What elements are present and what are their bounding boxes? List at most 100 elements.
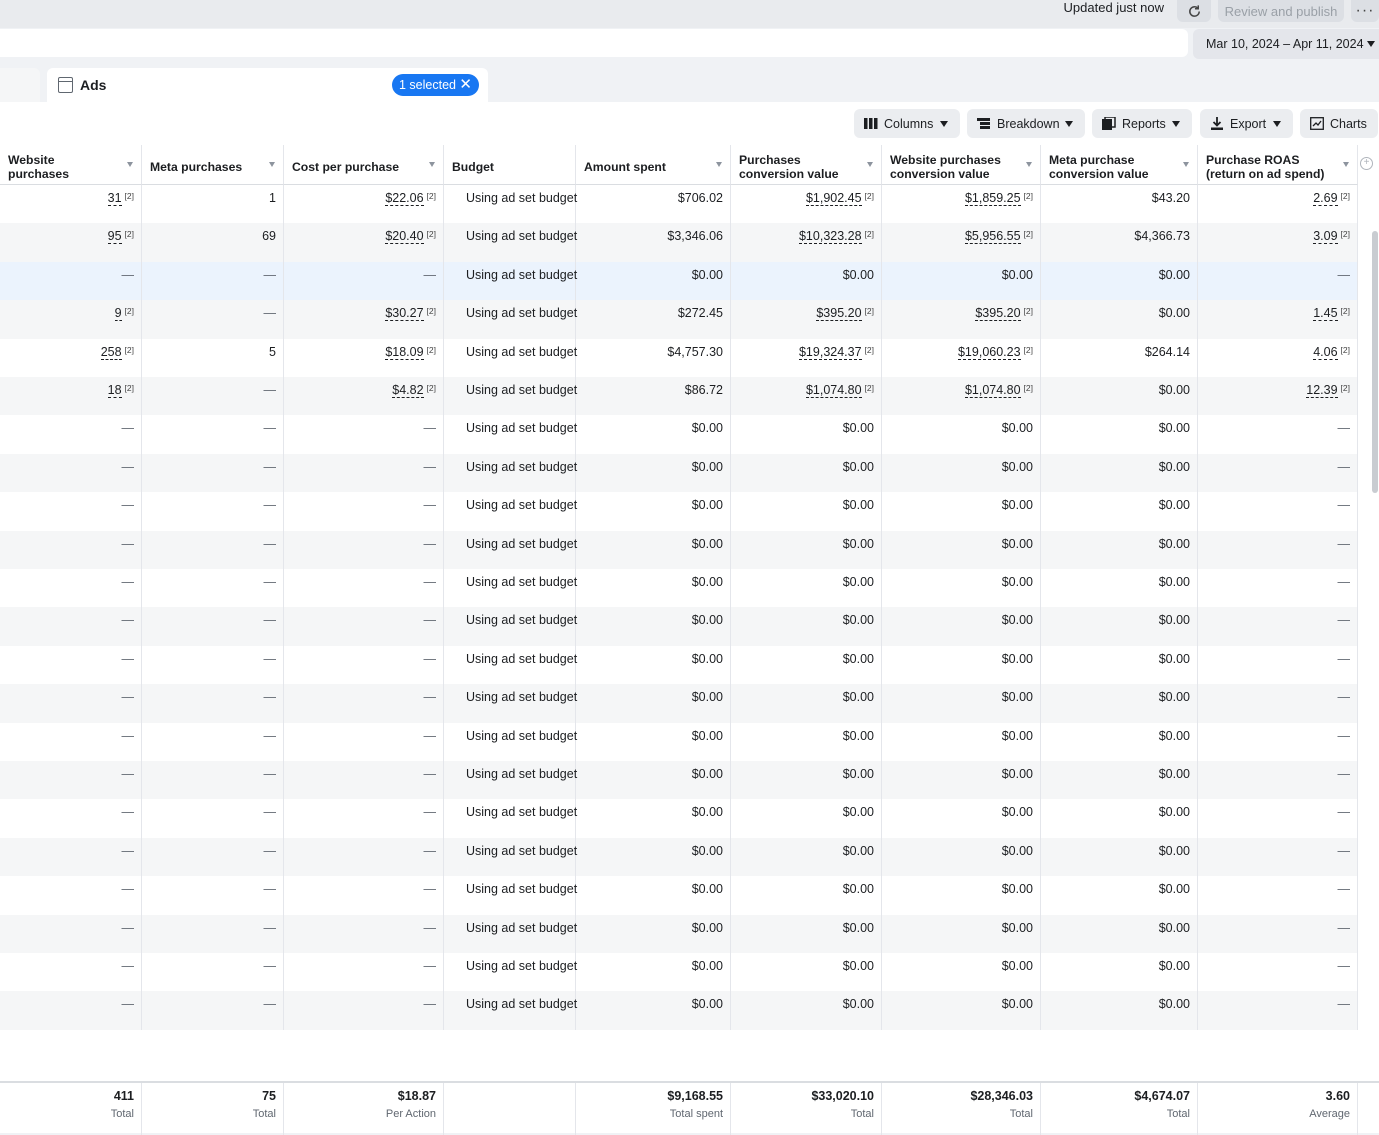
footnote-mark[interactable]: [2] — [125, 229, 134, 239]
export-button[interactable]: Export — [1200, 109, 1293, 138]
cell-value[interactable]: 2.69 — [1313, 191, 1338, 206]
table-row[interactable]: — — — Using ad set budget $0.00 $0.00 $0.00 $0.… — [0, 722, 1358, 761]
more-options-button[interactable]: ··· — [1351, 0, 1379, 22]
table-row[interactable]: — — — Using ad set budget $0.00 $0.00 $0.00 $0.… — [0, 799, 1358, 838]
table-row[interactable]: — — — Using ad set budget $0.00 $0.00 $0.00 $0.… — [0, 991, 1358, 1030]
table-row[interactable]: — — — Using ad set budget $0.00 $0.00 $0.00 $0.… — [0, 415, 1358, 454]
table-row[interactable]: — — — Using ad set budget $0.00 $0.00 $0.00 $0.… — [0, 876, 1358, 915]
footnote-mark[interactable]: [2] — [427, 345, 436, 355]
footnote-mark[interactable]: [2] — [125, 306, 134, 316]
breakdown-button[interactable]: Breakdown — [967, 109, 1085, 138]
column-header-meta-purchases[interactable]: Meta purchases — [142, 145, 284, 185]
table-row[interactable]: — — — Using ad set budget $0.00 $0.00 $0.00 $0.… — [0, 837, 1358, 877]
cell-value[interactable]: $5,956.55 — [964, 229, 1021, 245]
footnote-mark[interactable]: [2] — [1024, 191, 1033, 201]
footnote-mark[interactable]: [2] — [427, 191, 436, 201]
column-header-purchases-conversion-value[interactable]: Purchases conversion value — [731, 145, 882, 185]
column-header-amount-spent[interactable]: Amount spent — [576, 145, 731, 185]
table-row[interactable]: — — — Using ad set budget $0.00 $0.00 $0.00 $0.… — [0, 569, 1358, 608]
refresh-button[interactable] — [1177, 0, 1211, 22]
table-row[interactable]: 258 [2] 5 $18.09 [2] Using ad set budget $4,75… — [0, 338, 1358, 377]
column-header-meta-purchase-conversion-value[interactable]: Meta purchase conversion value — [1041, 145, 1198, 185]
table-row[interactable]: 18 [2] — $4.82 [2] Using ad set budget $86.72 $… — [0, 377, 1358, 416]
cell-value[interactable]: 12.39 — [1306, 383, 1338, 398]
table-row[interactable]: — — — Using ad set budget $0.00 $0.00 $0.00 $0.… — [0, 761, 1358, 800]
search-filter-bar[interactable] — [0, 29, 1188, 57]
review-and-publish-button[interactable]: Review and publish — [1218, 0, 1344, 22]
table-row[interactable]: — — — Using ad set budget $0.00 $0.00 $0.00 $0.… — [0, 607, 1358, 646]
footnote-mark[interactable]: [2] — [1024, 383, 1033, 393]
footnote-mark[interactable]: [2] — [1341, 229, 1350, 239]
footnote-mark[interactable]: [2] — [1341, 345, 1350, 355]
date-range-picker[interactable]: Mar 10, 2024 – Apr 11, 2024 — [1193, 29, 1379, 59]
footnote-mark[interactable]: [2] — [427, 306, 436, 316]
footnote-mark[interactable]: [2] — [865, 306, 874, 316]
footnote-mark[interactable]: [2] — [1024, 229, 1033, 239]
cell-value[interactable]: $1,074.80 — [805, 383, 862, 398]
cell-value[interactable]: $395.20 — [975, 306, 1021, 322]
vertical-scrollbar[interactable] — [1372, 231, 1378, 493]
sort-caret-icon[interactable] — [1183, 162, 1189, 167]
sort-caret-icon[interactable] — [716, 162, 722, 167]
footnote-mark[interactable]: [2] — [865, 345, 874, 355]
sort-caret-icon[interactable] — [127, 162, 133, 167]
table-row[interactable]: — — — Using ad set budget $0.00 $0.00 $0.00 $0.… — [0, 492, 1358, 531]
column-header-cost-per-purchase[interactable]: Cost per purchase — [284, 145, 444, 185]
footnote-mark[interactable]: [2] — [1341, 306, 1350, 316]
table-row[interactable]: — — — Using ad set budget $0.00 $0.00 $0.00 $0.… — [0, 453, 1358, 493]
cell-value[interactable]: $18.09 — [385, 344, 424, 360]
table-row[interactable]: 9 [2] — $30.27 [2] Using ad set budget $272.45… — [0, 300, 1358, 339]
footnote-mark[interactable]: [2] — [125, 345, 134, 355]
footnote-mark[interactable]: [2] — [1024, 345, 1033, 355]
column-header-website-purchases[interactable]: Website purchases — [0, 145, 142, 185]
selected-count-pill[interactable]: 1 selected ✕ — [392, 74, 479, 96]
cell-value[interactable]: $30.27 — [385, 306, 424, 322]
cell-value[interactable]: $10,323.28 — [798, 229, 862, 245]
table-row[interactable]: — — — Using ad set budget $0.00 $0.00 $0.00 $0.… — [0, 530, 1358, 569]
cell-value[interactable]: 95 — [107, 229, 122, 245]
cell-value[interactable]: $1,859.25 — [964, 191, 1021, 206]
cell-value[interactable]: $395.20 — [816, 306, 862, 322]
footnote-mark[interactable]: [2] — [1341, 383, 1350, 393]
table-row[interactable]: 95 [2] 69 $20.40 [2] Using ad set budget $3,34… — [0, 223, 1358, 262]
footnote-mark[interactable]: [2] — [1024, 306, 1033, 316]
cell-value[interactable]: $22.06 — [385, 191, 424, 206]
cell-value[interactable]: $1,074.80 — [964, 383, 1021, 398]
footnote-mark[interactable]: [2] — [865, 229, 874, 239]
reports-button[interactable]: Reports — [1092, 109, 1192, 138]
column-header-website-purchases-conversion-value[interactable]: Website purchases conversion value — [882, 145, 1041, 185]
cell-value[interactable]: $19,060.23 — [957, 344, 1021, 360]
table-row[interactable]: — — — Using ad set budget $0.00 $0.00 $0.00 $0.… — [0, 953, 1358, 992]
table-row[interactable]: — — — Using ad set budget $0.00 $0.00 $0.00 $0.… — [0, 684, 1358, 723]
clear-selection-icon[interactable]: ✕ — [459, 76, 472, 93]
table-row[interactable]: — — — Using ad set budget $0.00 $0.00 $0.00 $0.… — [0, 645, 1358, 685]
tab-ad-sets[interactable] — [0, 68, 40, 102]
sort-caret-icon[interactable] — [1343, 162, 1349, 167]
cell-value[interactable]: 9 — [114, 306, 122, 322]
footnote-mark[interactable]: [2] — [1341, 191, 1350, 201]
tab-ads[interactable]: Ads 1 selected ✕ — [47, 68, 488, 102]
footnote-mark[interactable]: [2] — [427, 383, 436, 393]
cell-value[interactable]: $19,324.37 — [798, 344, 862, 360]
cell-value[interactable]: $4.82 — [392, 383, 424, 398]
cell-value[interactable]: 18 — [107, 383, 122, 398]
columns-button[interactable]: Columns — [854, 109, 960, 138]
cell-value[interactable]: 258 — [100, 344, 122, 360]
footnote-mark[interactable]: [2] — [865, 191, 874, 201]
cell-value[interactable]: 31 — [107, 191, 122, 206]
column-header-purchase-roas[interactable]: Purchase ROAS (return on ad spend) — [1198, 145, 1358, 185]
footnote-mark[interactable]: [2] — [125, 191, 134, 201]
table-row[interactable]: — — — Using ad set budget $0.00 $0.00 $0.00 $0.… — [0, 261, 1358, 301]
sort-caret-icon[interactable] — [269, 162, 275, 167]
column-header-budget[interactable]: Budget — [444, 145, 576, 185]
charts-button[interactable]: Charts — [1300, 109, 1378, 138]
cell-value[interactable]: $20.40 — [385, 229, 424, 245]
sort-caret-icon[interactable] — [429, 162, 435, 167]
footnote-mark[interactable]: [2] — [125, 383, 134, 393]
footnote-mark[interactable]: [2] — [427, 229, 436, 239]
add-column-icon[interactable]: + — [1360, 157, 1373, 170]
sort-caret-icon[interactable] — [867, 162, 873, 167]
cell-value[interactable]: 1.45 — [1313, 306, 1338, 322]
table-row[interactable]: — — — Using ad set budget $0.00 $0.00 $0.00 $0.… — [0, 914, 1358, 953]
cell-value[interactable]: 3.09 — [1313, 229, 1338, 245]
